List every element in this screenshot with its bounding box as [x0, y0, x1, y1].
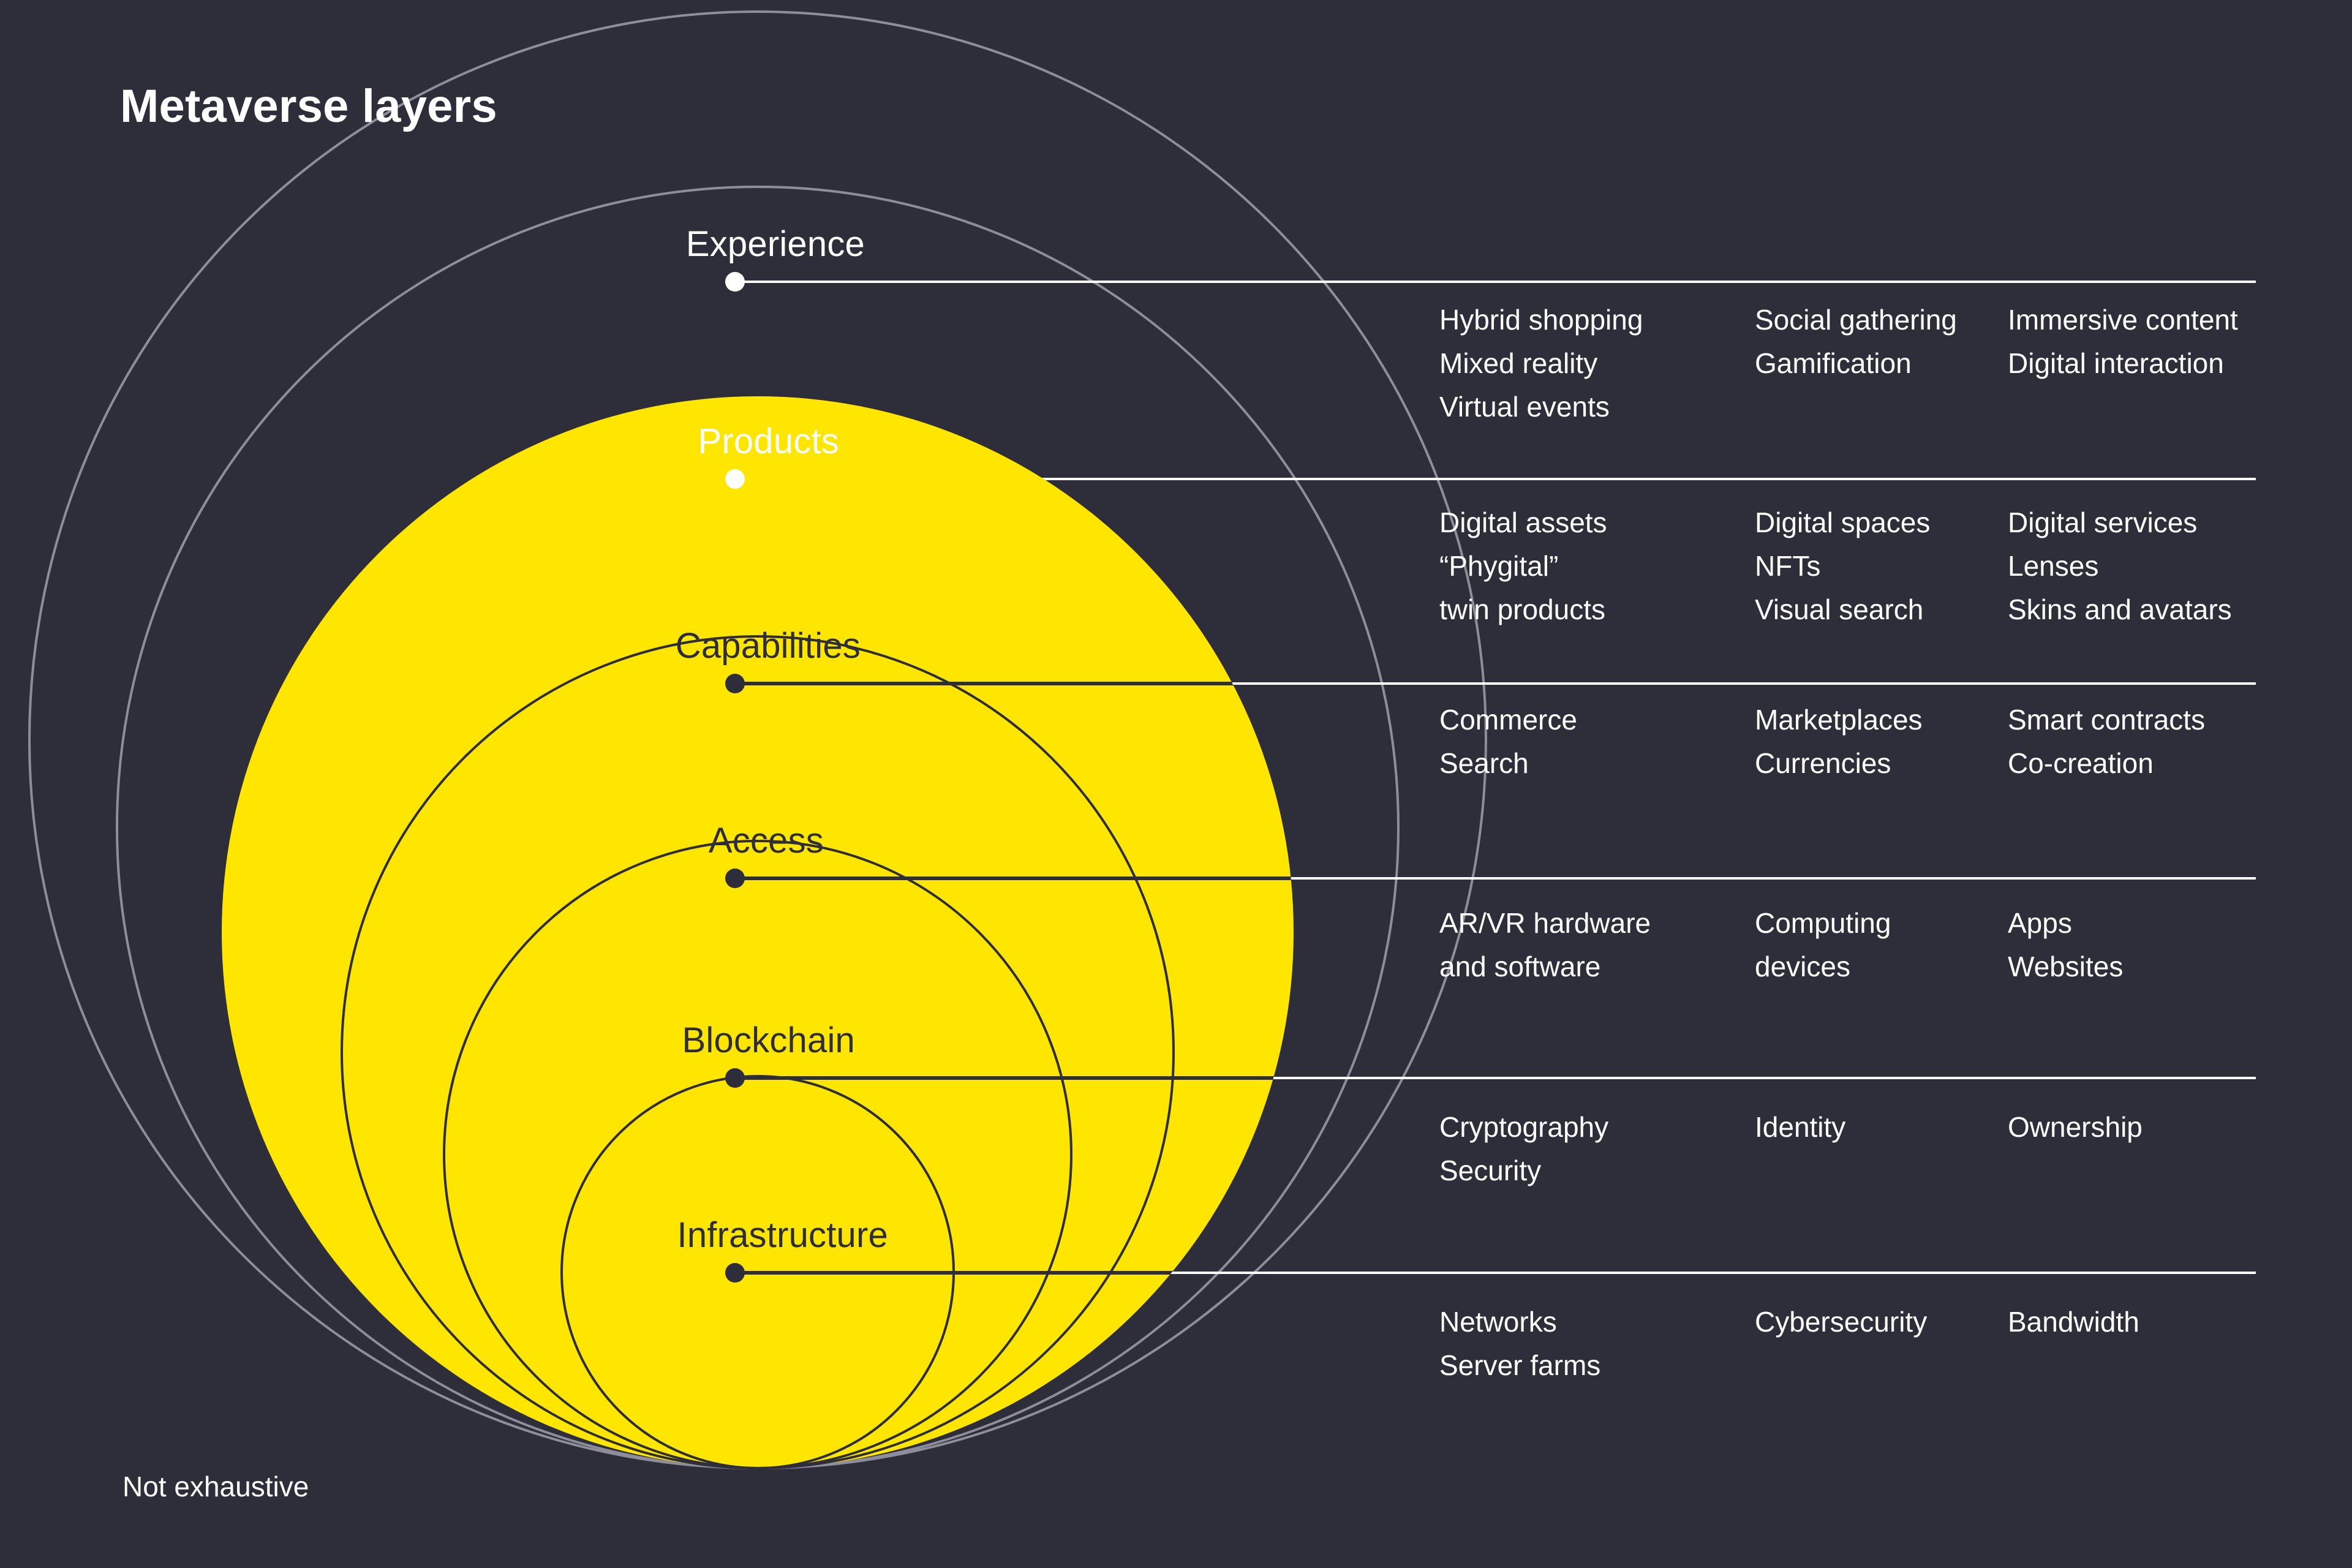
- ring-label-infrastructure: Infrastructure: [677, 1215, 888, 1255]
- experience-column-1: Hybrid shopping Mixed reality Virtual ev…: [1439, 304, 1643, 423]
- concentric-circles-graphic: [28, 10, 2256, 1469]
- page-title: Metaverse layers: [120, 80, 497, 132]
- ring-label-experience: Experience: [685, 224, 865, 264]
- ring-label-products: Products: [698, 421, 839, 461]
- ring-label-capabilities: Capabilities: [675, 626, 861, 666]
- ring-label-access: Access: [708, 821, 824, 861]
- ring-capabilities-circle: [222, 396, 1294, 1468]
- infrastructure-column-3: Bandwidth: [2008, 1306, 2139, 1338]
- connector-dot-blockchain: [725, 1068, 745, 1088]
- capabilities-column-3: Smart contracts Co-creation: [2008, 704, 2206, 779]
- access-column-2: Computing devices: [1755, 907, 1891, 982]
- experience-column-2: Social gathering Gamification: [1755, 304, 1957, 379]
- connector-dot-access: [725, 869, 745, 888]
- experience-column-3: Immersive content Digital interaction: [2008, 304, 2238, 379]
- products-column-3: Digital services Lenses Skins and avatar…: [2008, 507, 2232, 625]
- blockchain-column-1: Cryptography Security: [1439, 1111, 1609, 1186]
- capabilities-column-1: Commerce Search: [1439, 704, 1577, 779]
- footnote-not-exhaustive: Not exhaustive: [123, 1471, 309, 1502]
- connector-dot-products: [725, 469, 745, 489]
- capabilities-column-2: Marketplaces Currencies: [1755, 704, 1923, 779]
- infrastructure-column-2: Cybersecurity: [1755, 1306, 1928, 1338]
- infrastructure-column-1: Networks Server farms: [1439, 1306, 1601, 1381]
- blockchain-column-2: Identity: [1755, 1111, 1846, 1143]
- ring-label-blockchain: Blockchain: [682, 1020, 855, 1060]
- products-column-2: Digital spaces NFTs Visual search: [1755, 507, 1931, 625]
- access-column-1: AR/VR hardware and software: [1439, 907, 1651, 982]
- products-column-1: Digital assets “Phygital” twin products: [1439, 507, 1607, 625]
- connector-dot-experience: [725, 272, 745, 292]
- blockchain-column-3: Ownership: [2008, 1111, 2143, 1143]
- metaverse-layers-diagram: Metaverse layers Experience Products Cap…: [0, 0, 2352, 1568]
- access-column-3: Apps Websites: [2008, 907, 2124, 982]
- connector-dot-infrastructure: [725, 1263, 745, 1283]
- connector-dot-capabilities: [725, 674, 745, 693]
